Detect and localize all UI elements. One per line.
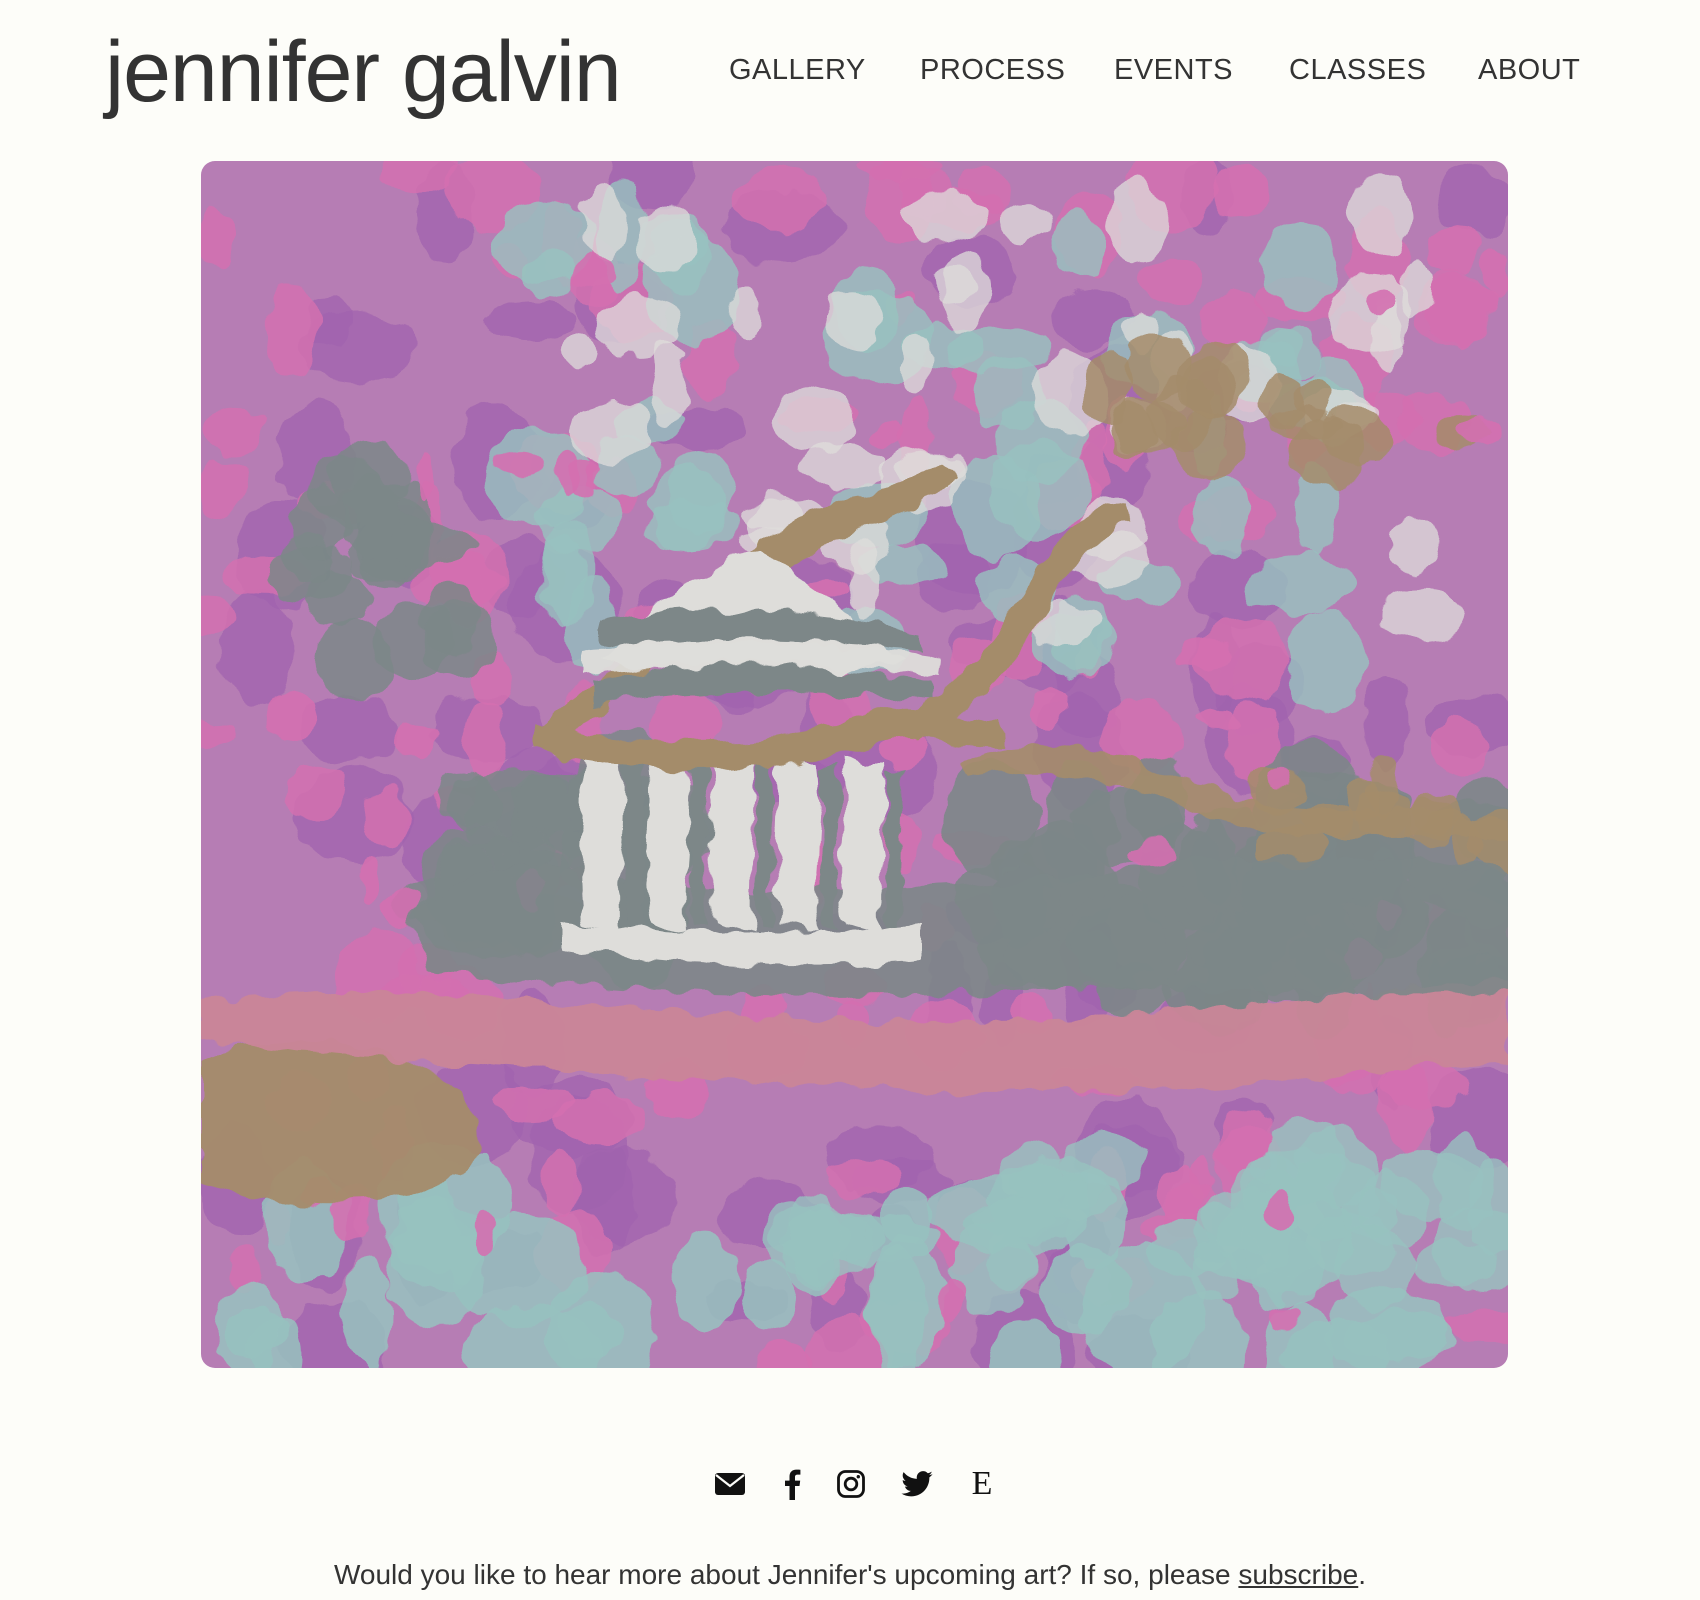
subscribe-prompt: Would you like to hear more about Jennif…	[0, 1555, 1700, 1595]
artwork-image	[201, 161, 1508, 1368]
subscribe-link[interactable]: subscribe	[1238, 1559, 1358, 1590]
twitter-icon[interactable]	[897, 1464, 937, 1504]
featured-artwork	[201, 161, 1508, 1368]
instagram-icon[interactable]	[831, 1464, 871, 1504]
etsy-icon[interactable]: E	[962, 1464, 1002, 1504]
nav-about[interactable]: ABOUT	[1478, 48, 1580, 92]
social-links: E	[0, 1464, 1700, 1504]
envelope-icon[interactable]	[710, 1464, 750, 1504]
subscribe-text: Would you like to hear more about Jennif…	[333, 1559, 1239, 1590]
site-header: jennifer galvin GALLERY PROCESS EVENTS C…	[0, 0, 1700, 150]
subscribe-period: .	[1358, 1559, 1367, 1590]
main-nav: GALLERY PROCESS EVENTS CLASSES ABOUT	[0, 48, 1700, 92]
facebook-icon[interactable]	[772, 1464, 812, 1504]
nav-process[interactable]: PROCESS	[920, 48, 1065, 92]
nav-gallery[interactable]: GALLERY	[729, 48, 866, 92]
nav-classes[interactable]: CLASSES	[1289, 48, 1426, 92]
nav-events[interactable]: EVENTS	[1114, 48, 1233, 92]
etsy-glyph: E	[971, 1465, 993, 1502]
